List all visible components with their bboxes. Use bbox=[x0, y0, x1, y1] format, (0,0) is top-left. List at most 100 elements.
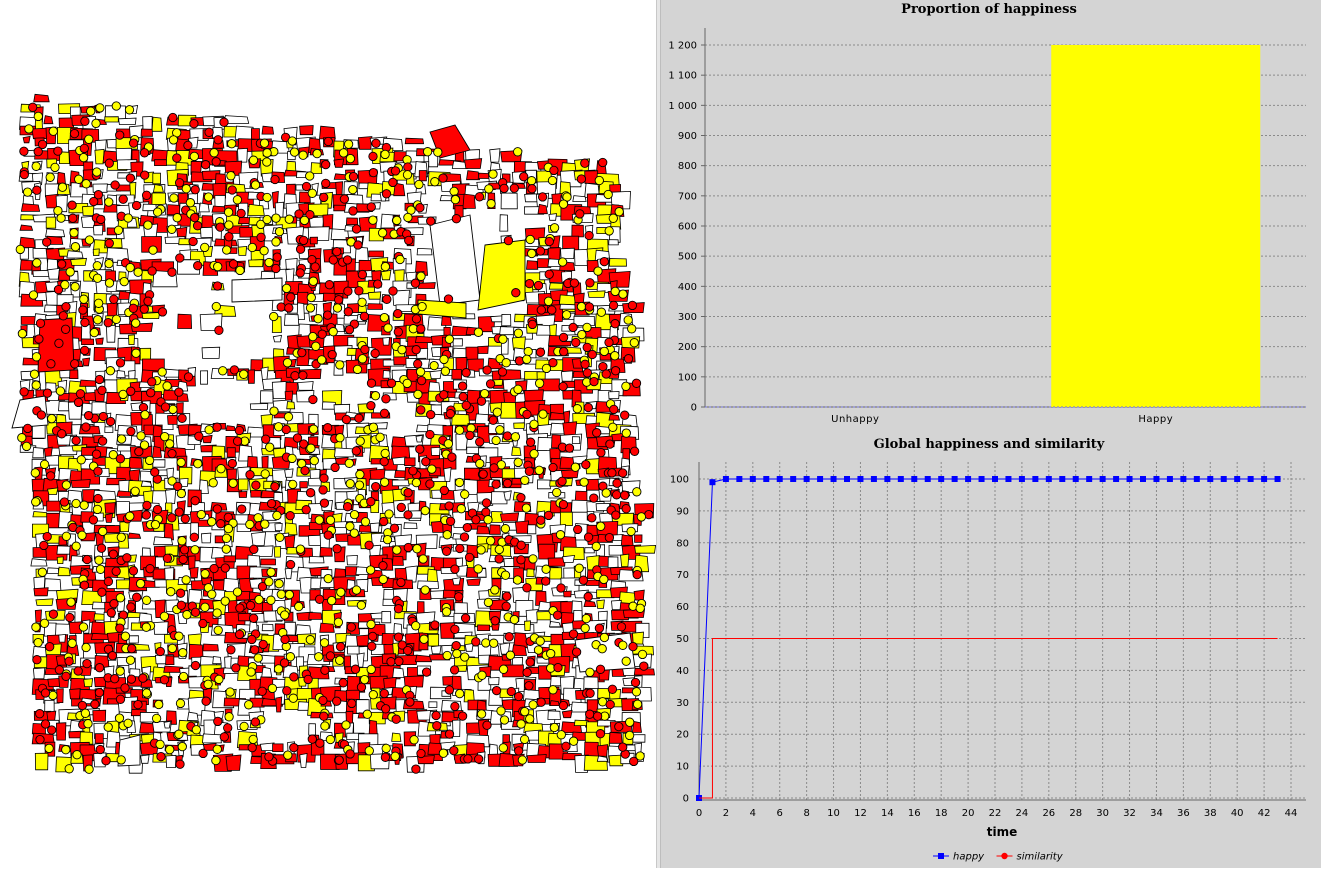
building bbox=[46, 567, 60, 574]
bar-category-label: Unhappy bbox=[831, 414, 879, 425]
agent bbox=[323, 136, 333, 147]
agent bbox=[509, 183, 519, 193]
building bbox=[187, 711, 199, 721]
agent bbox=[342, 255, 353, 265]
agent bbox=[116, 532, 126, 542]
agent bbox=[155, 646, 165, 657]
agent bbox=[150, 519, 161, 530]
building bbox=[286, 401, 296, 410]
agent bbox=[111, 566, 121, 576]
agent bbox=[131, 348, 141, 358]
agent bbox=[355, 436, 365, 446]
agent bbox=[408, 466, 418, 476]
agent bbox=[473, 564, 483, 574]
agent bbox=[490, 616, 500, 626]
agent bbox=[527, 319, 538, 330]
building bbox=[118, 117, 137, 125]
agent bbox=[370, 348, 380, 359]
agent bbox=[611, 510, 621, 520]
agent bbox=[380, 261, 391, 272]
agent bbox=[244, 700, 254, 710]
agent bbox=[397, 345, 407, 355]
agent bbox=[80, 116, 90, 126]
building bbox=[634, 534, 643, 543]
agent bbox=[368, 631, 378, 642]
building bbox=[105, 525, 121, 533]
agent bbox=[581, 613, 591, 624]
agent bbox=[420, 585, 430, 595]
agent bbox=[513, 328, 524, 338]
building bbox=[104, 116, 119, 123]
agent bbox=[411, 345, 421, 355]
agent bbox=[366, 202, 376, 212]
agent bbox=[335, 360, 345, 370]
bar-ytick-label: 0 bbox=[691, 403, 697, 414]
agent bbox=[77, 700, 88, 711]
agent bbox=[218, 366, 228, 376]
agent bbox=[31, 352, 42, 362]
agent bbox=[328, 327, 338, 337]
agent bbox=[579, 477, 589, 487]
agent bbox=[475, 437, 485, 447]
building bbox=[488, 677, 500, 686]
agent bbox=[24, 124, 34, 134]
agent bbox=[356, 600, 367, 610]
building bbox=[561, 709, 573, 719]
agent bbox=[78, 305, 88, 315]
agent bbox=[599, 632, 610, 643]
agent bbox=[628, 641, 638, 652]
agent bbox=[524, 466, 535, 476]
agent bbox=[460, 489, 470, 499]
agent bbox=[378, 561, 388, 571]
agent bbox=[190, 212, 200, 223]
agent bbox=[592, 428, 602, 438]
agent bbox=[513, 147, 523, 157]
agent bbox=[150, 467, 160, 477]
line-ytick-label: 100 bbox=[670, 475, 689, 486]
agent bbox=[73, 397, 84, 408]
agent bbox=[516, 492, 526, 503]
building bbox=[140, 754, 150, 764]
agent bbox=[572, 404, 582, 414]
agent bbox=[535, 347, 546, 357]
building bbox=[404, 457, 416, 467]
agent bbox=[624, 730, 635, 741]
point-happy bbox=[1234, 476, 1241, 482]
agent bbox=[251, 480, 261, 490]
agent bbox=[266, 567, 276, 577]
agent bbox=[176, 600, 186, 610]
building bbox=[368, 250, 384, 258]
agent bbox=[403, 645, 413, 656]
building bbox=[95, 337, 104, 345]
agent bbox=[415, 444, 425, 454]
agent bbox=[56, 213, 66, 223]
agent bbox=[60, 324, 71, 334]
bar-ytick-label: 1 100 bbox=[668, 71, 697, 82]
agent bbox=[578, 575, 589, 585]
agent bbox=[286, 292, 296, 302]
agent bbox=[79, 580, 90, 590]
building bbox=[571, 436, 581, 444]
agent bbox=[44, 743, 54, 754]
agent bbox=[455, 543, 465, 554]
agent bbox=[247, 634, 257, 645]
agent bbox=[227, 458, 237, 469]
agent bbox=[555, 530, 566, 540]
agent bbox=[203, 679, 213, 689]
agent bbox=[189, 151, 199, 162]
line-xtick-label: 18 bbox=[935, 808, 948, 819]
agent bbox=[250, 645, 260, 655]
agent bbox=[306, 292, 316, 303]
building bbox=[283, 313, 300, 326]
agent bbox=[32, 185, 42, 195]
agent bbox=[125, 511, 135, 521]
agent bbox=[265, 442, 275, 452]
agent bbox=[82, 658, 92, 669]
agent bbox=[603, 189, 613, 200]
agent bbox=[450, 564, 460, 574]
agent bbox=[610, 351, 620, 361]
agent bbox=[269, 406, 279, 416]
agent bbox=[381, 704, 391, 714]
agent bbox=[74, 174, 84, 184]
agent bbox=[362, 709, 372, 719]
